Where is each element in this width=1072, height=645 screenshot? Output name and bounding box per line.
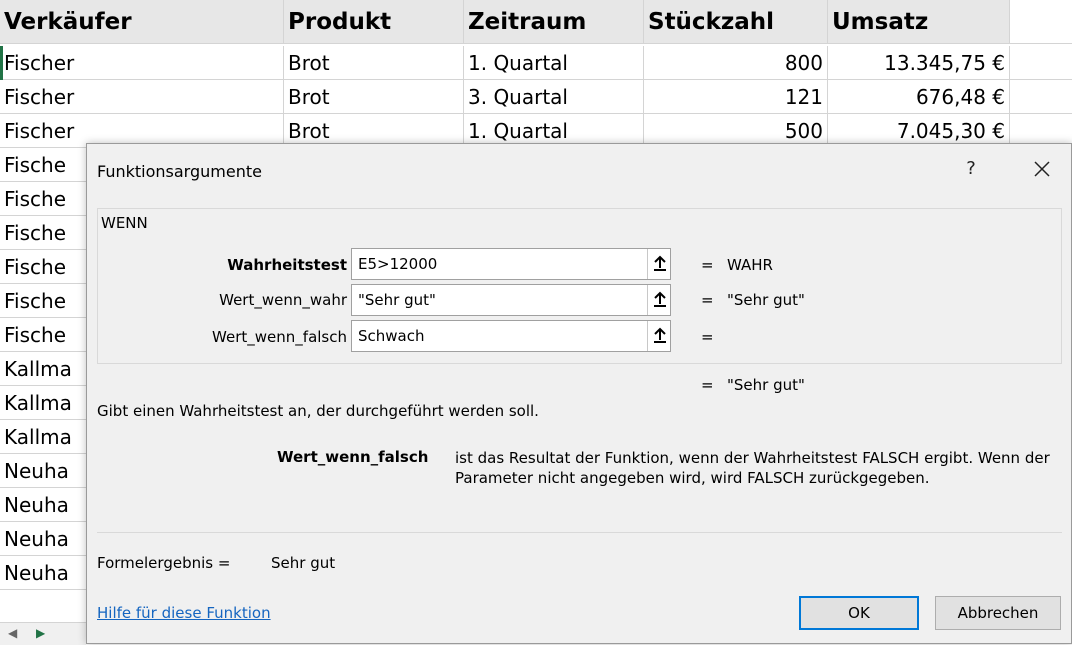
header-cell[interactable]: Verkäufer (0, 0, 284, 44)
function-name: WENN (101, 214, 148, 232)
sheet-scrollbar[interactable]: ◀ ▶ (0, 622, 86, 645)
help-icon[interactable]: ? (961, 158, 981, 179)
empty-cell[interactable] (1010, 80, 1072, 114)
empty-cell[interactable] (1010, 0, 1072, 44)
formula-result-label: Formelergebnis = (97, 554, 231, 572)
arg-label-wert-wenn-falsch: Wert_wenn_falsch (212, 328, 347, 346)
param-name: Wert_wenn_falsch (277, 448, 429, 466)
cancel-button[interactable]: Abbrechen (935, 596, 1061, 630)
header-cell[interactable]: Zeitraum (464, 0, 644, 44)
header-cell[interactable]: Stückzahl (644, 0, 828, 44)
collapse-dialog-button[interactable] (647, 249, 671, 279)
table-cell[interactable]: Fischer (0, 46, 284, 80)
table-cell[interactable]: 13.345,75 € (828, 46, 1010, 80)
close-icon[interactable] (1029, 156, 1055, 182)
empty-cell[interactable] (1010, 46, 1072, 80)
param-description: ist das Resultat der Funktion, wenn der … (455, 449, 1050, 487)
header-row: Verkäufer Produkt Zeitraum Stückzahl Ums… (0, 0, 1072, 44)
table-cell[interactable]: 1. Quartal (464, 46, 644, 80)
collapse-dialog-button[interactable] (647, 285, 671, 315)
arg-input-wert-wenn-wahr[interactable]: "Sehr gut" (351, 284, 671, 316)
table-cell[interactable]: Brot (284, 46, 464, 80)
scroll-left-icon[interactable]: ◀ (8, 626, 17, 640)
active-cell-marker (0, 46, 3, 80)
arg-equals: = (701, 256, 714, 274)
header-cell[interactable]: Produkt (284, 0, 464, 44)
arg-input-wert-wenn-falsch[interactable]: Schwach (351, 320, 671, 352)
function-arguments-dialog: Funktionsargumente ? WENN Wahrheitstest … (86, 143, 1072, 644)
collapse-dialog-button[interactable] (647, 321, 671, 351)
overall-result: "Sehr gut" (727, 376, 805, 394)
table-cell[interactable]: 121 (644, 80, 828, 114)
dialog-title: Funktionsargumente (97, 162, 262, 181)
arg-label-wahrheitstest: Wahrheitstest (227, 256, 347, 274)
divider (97, 532, 1062, 533)
arg-input-wahrheitstest[interactable]: E5>12000 (351, 248, 671, 280)
arg-equals: = (701, 291, 714, 309)
table-cell[interactable]: Fischer (0, 80, 284, 114)
function-description: Gibt einen Wahrheitstest an, der durchge… (97, 402, 539, 420)
header-cell[interactable]: Umsatz (828, 0, 1010, 44)
overall-equals: = (701, 376, 714, 394)
table-row: Fischer Brot 3. Quartal 121 676,48 € (0, 80, 1072, 114)
arg-label-wert-wenn-wahr: Wert_wenn_wahr (219, 291, 347, 309)
table-cell[interactable]: 3. Quartal (464, 80, 644, 114)
table-cell[interactable]: 800 (644, 46, 828, 80)
ok-button[interactable]: OK (799, 596, 919, 630)
scroll-right-icon[interactable]: ▶ (36, 626, 45, 640)
arg-result-wahrheitstest: WAHR (727, 256, 773, 274)
table-cell[interactable]: Brot (284, 80, 464, 114)
help-link[interactable]: Hilfe für diese Funktion (97, 604, 271, 622)
table-cell[interactable]: 676,48 € (828, 80, 1010, 114)
arg-equals: = (701, 328, 714, 346)
table-row: Fischer Brot 1. Quartal 800 13.345,75 € (0, 46, 1072, 80)
arg-result-wert-wenn-wahr: "Sehr gut" (727, 291, 805, 309)
formula-result-value: Sehr gut (271, 554, 336, 572)
